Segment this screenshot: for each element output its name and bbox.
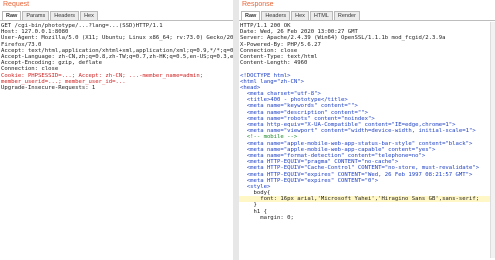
response-title: Response <box>242 1 274 8</box>
request-line: User-Agent: Mozilla/5.0 (X11; Ubuntu; Li… <box>1 35 234 42</box>
request-body[interactable]: GET /cgi-bin/phototype/...?lang=...(SSD)… <box>0 21 233 91</box>
response-scrollbar[interactable] <box>490 22 495 258</box>
response-tab-html[interactable]: HTML <box>309 11 333 20</box>
response-tab-raw[interactable]: Raw <box>241 11 261 20</box>
request-title: Request <box>3 1 30 8</box>
request-pane: Request Raw Params Headers Hex GET /cgi-bin… <box>0 0 234 260</box>
response-tab-render[interactable]: Render <box>333 11 360 20</box>
request-tab-hex[interactable]: Hex <box>80 11 98 20</box>
response-tab-headers[interactable]: Headers <box>261 11 291 20</box>
response-tab-hex[interactable]: Hex <box>291 11 309 20</box>
response-line: <meta HTTP-EQUIV="Cache-Control" CONTENT… <box>240 165 480 172</box>
request-tabs: Raw Params Headers Hex <box>0 9 233 21</box>
request-tab-params[interactable]: Params <box>22 11 50 20</box>
response-line: font: 16px arial,'Microsoft Yahei','Hira… <box>239 196 495 203</box>
response-tabs: Raw Headers Hex HTML Render <box>239 9 495 21</box>
request-line: Upgrade-Insecure-Requests: 1 <box>1 84 96 91</box>
response-body[interactable]: HTTP/1.1 200 OK Date: Wed, 26 Feb 2020 13… <box>239 21 495 221</box>
request-tab-raw[interactable]: Raw <box>2 11 22 20</box>
request-line: Cookie: PHPSESSID=...; Accept: zh-CN; ..… <box>1 72 204 79</box>
response-line: margin: 0; <box>240 214 294 221</box>
request-tab-headers[interactable]: Headers <box>50 11 80 20</box>
response-line: <meta HTTP-EQUIV="expires" CONTENT="Wed,… <box>240 171 473 178</box>
response-pane: Response Raw Headers Hex HTML Render HTTP/1.… <box>239 0 495 260</box>
response-line: <meta name="apple-mobile-web-app-status-… <box>240 140 473 147</box>
